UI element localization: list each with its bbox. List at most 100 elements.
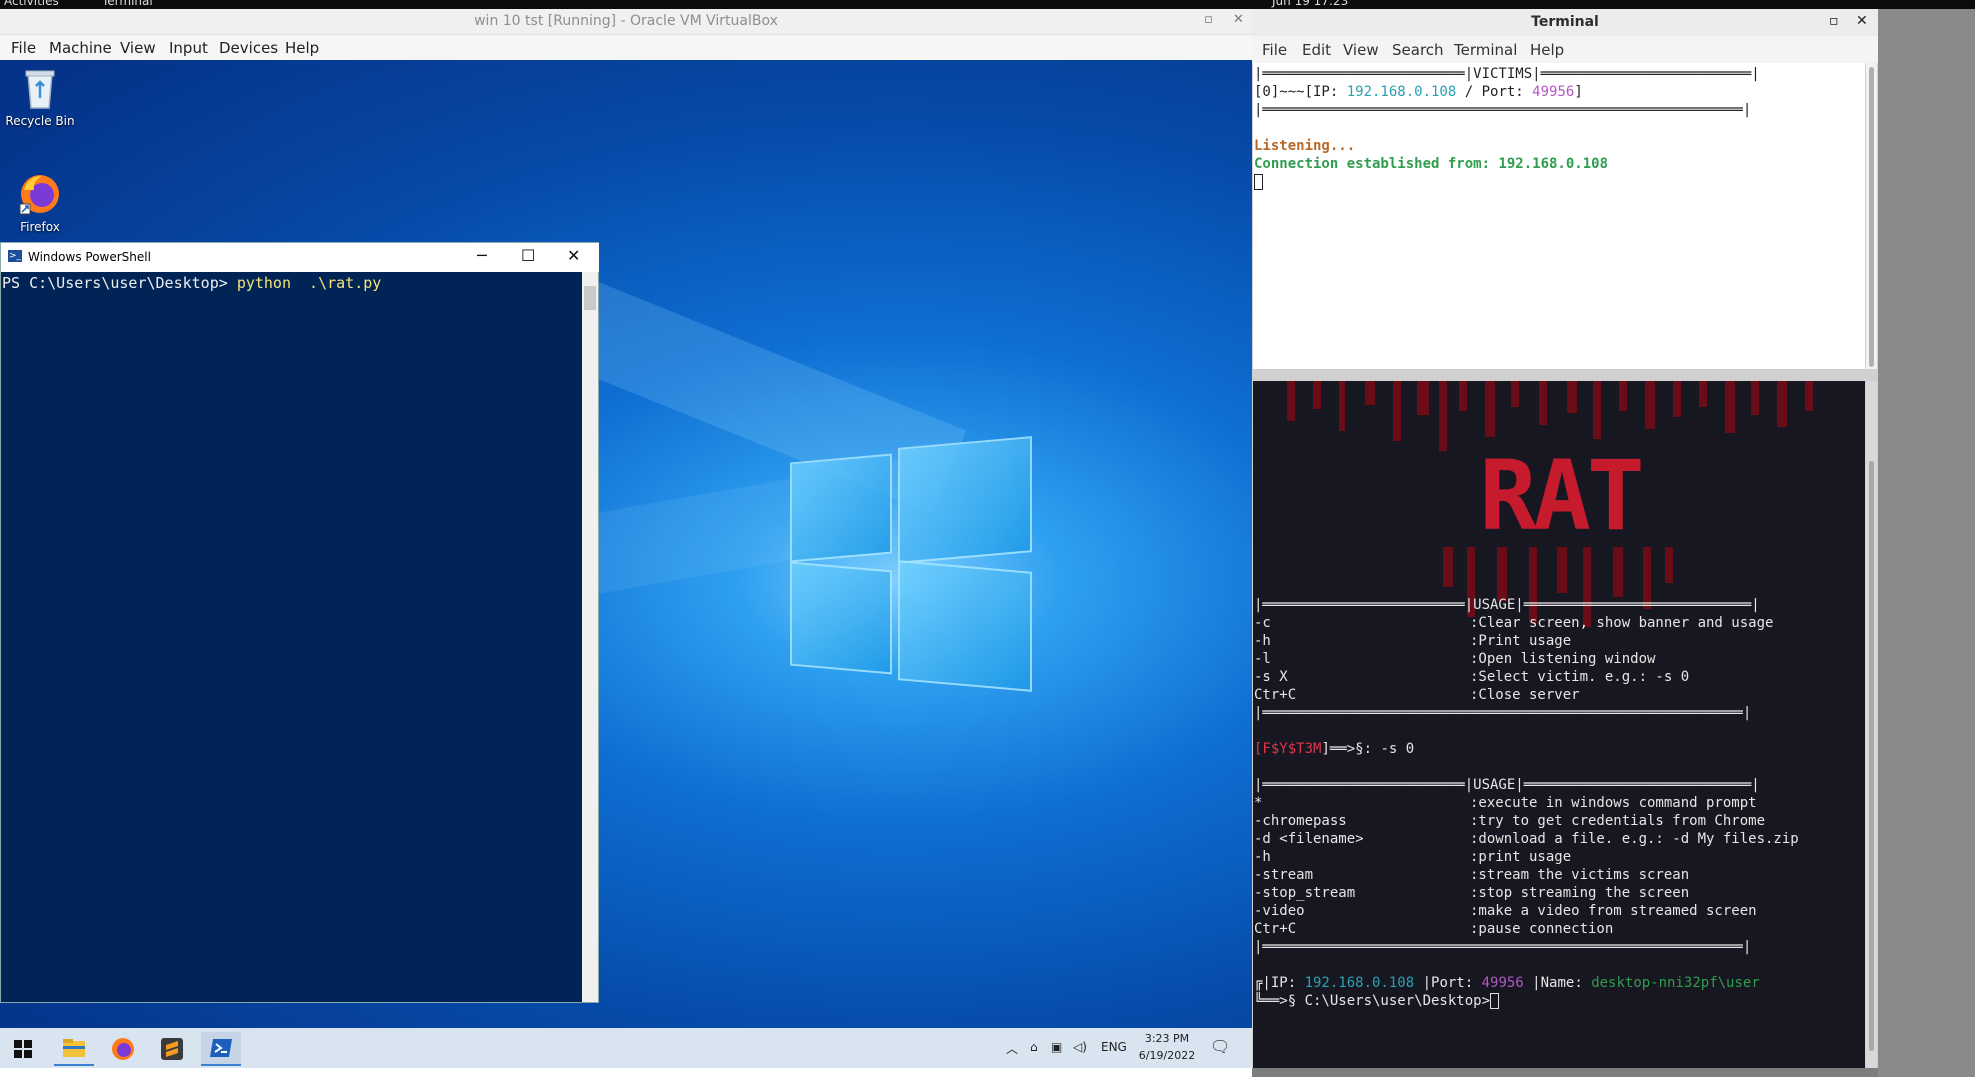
firefox-icon [19,175,59,215]
terminal-title: Terminal [1531,14,1599,30]
file-explorer-icon [63,1039,85,1057]
menu-help[interactable]: Help [285,39,319,57]
prompt-user: [F$Y$T3M [1254,741,1322,757]
server-terminal-pane[interactable]: RAT |════════════════════════|USAGE|════… [1253,381,1865,1068]
minimize-icon[interactable]: ─ [477,246,487,265]
terminal-menu-view[interactable]: View [1343,41,1379,59]
taskbar-date: 6/19/2022 [1138,1049,1196,1062]
scrollbar-thumb[interactable] [1869,67,1874,367]
usage-row: -h:Print usage [1254,633,1572,649]
terminal-cursor [1490,993,1500,1009]
usage-row: -stream:stream the victims screan [1254,867,1690,883]
menu-view[interactable]: View [120,39,156,57]
close-icon[interactable]: ✕ [1233,12,1244,27]
activities-button[interactable]: Activities [4,0,59,8]
menu-devices[interactable]: Devices [219,39,278,57]
taskbar-clock[interactable]: 3:23 PM 6/19/2022 [1138,1032,1196,1062]
server-pane-scrollbar[interactable] [1866,381,1877,1068]
volume-icon[interactable]: ◁) [1073,1040,1087,1054]
usage-row: -d <filename>:download a file. e.g.: -d … [1254,831,1799,847]
terminal-menu-file[interactable]: File [1262,41,1287,59]
menu-machine[interactable]: Machine [49,39,112,57]
top-bar-clock[interactable]: Jun 19 17:23 [1272,0,1348,8]
scrollbar-thumb[interactable] [584,286,596,310]
taskbar-time: 3:23 PM [1144,1032,1190,1045]
status-port: 49956 [1481,975,1524,991]
usage-row: -chromepass:try to get credentials from … [1254,813,1766,829]
powershell-scrollbar[interactable] [582,272,598,1002]
victim-ip: 192.168.0.108 [1346,84,1457,100]
terminal-menu-edit[interactable]: Edit [1302,41,1331,59]
usage-row: -h:print usage [1254,849,1572,865]
powershell-prompt: PS C:\Users\user\Desktop> [2,274,237,292]
usage-row: -stop_stream:stop streaming the screen [1254,885,1690,901]
powershell-window: >_ Windows PowerShell ─ ☐ ✕ PS C:\Users\… [0,242,599,1003]
terminal-menu-terminal[interactable]: Terminal [1454,41,1517,59]
virtualbox-title: win 10 tst [Running] - Oracle VM Virtual… [474,13,778,29]
terminal-cursor [1254,173,1263,191]
recycle-bin-icon [25,70,55,109]
scrollbar-thumb[interactable] [1869,461,1874,1051]
notifications-icon[interactable]: 🗨 [1210,1037,1230,1056]
windows-logo [790,436,1034,692]
usage-row: -s X:Select victim. e.g.: -s 0 [1254,669,1690,685]
virtualbox-menubar: File Machine View Input Devices Help [0,35,1252,60]
show-hidden-icons-icon[interactable]: ︿ [1006,1040,1018,1057]
powershell-title: Windows PowerShell [28,250,151,264]
windows-taskbar: ︿ ⌂ ▣ ◁) ENG 3:23 PM 6/19/2022 🗨 [0,1028,1252,1068]
usage-footer: |═══════════════════════════════════════… [1254,705,1752,721]
terminal-menubar: File Edit View Search Terminal Help [1252,36,1878,63]
recycle-bin-desktop-icon[interactable]: Recycle Bin [0,68,80,128]
close-icon[interactable]: ✕ [567,246,580,265]
connection-status: Connection established from: 192.168.0.1… [1254,156,1609,172]
victims-terminal-pane[interactable]: |════════════════════════|VICTIMS|══════… [1253,63,1865,369]
powershell-icon [210,1039,232,1057]
gnome-top-bar: Activities Terminal Jun 19 17:23 [0,0,1975,9]
menu-file[interactable]: File [11,39,36,57]
powershell-command: python .\rat.py [236,274,382,292]
close-icon[interactable]: ✕ [1856,13,1868,29]
taskbar-firefox[interactable] [103,1032,143,1066]
shell-prompt: ╚══>§ C:\Users\user\Desktop> [1254,993,1491,1009]
banner-title: RAT [1479,440,1644,552]
virtualbox-titlebar[interactable]: win 10 tst [Running] - Oracle VM Virtual… [0,9,1252,35]
powershell-console[interactable]: PS C:\Users\user\Desktop> python .\rat.p… [1,272,581,1002]
maximize-icon[interactable]: ▫ [1204,12,1213,27]
start-button[interactable] [3,1032,43,1066]
firefox-desktop-icon[interactable]: Firefox [0,172,80,234]
usb-icon[interactable]: ⌂ [1030,1040,1038,1054]
powershell-icon: >_ [8,250,22,262]
sublime-text-icon [161,1038,183,1060]
shell-prompt-line[interactable]: ╚══>§ C:\Users\user\Desktop> [1254,992,1500,1010]
firefox-label: Firefox [20,220,60,234]
recycle-bin-label: Recycle Bin [5,114,75,128]
terminal-titlebar[interactable]: Terminal ▫ ✕ [1252,9,1878,36]
top-bar-app-label[interactable]: Terminal [102,0,153,8]
victim-port: 49956 [1532,84,1575,100]
powershell-titlebar[interactable]: >_ Windows PowerShell ─ ☐ ✕ [1,243,599,272]
server-prompt: [F$Y$T3M]══>§: -s 0 [1254,741,1415,757]
usage-row: -video:make a video from streamed screen [1254,903,1757,919]
taskbar-sublime-text[interactable] [152,1032,192,1066]
victims-footer: |═══════════════════════════════════════… [1254,102,1752,118]
taskbar-file-explorer[interactable] [54,1032,94,1066]
status-ip: 192.168.0.108 [1304,975,1415,991]
usage-row: *:execute in windows command prompt [1254,795,1757,811]
victim-entry[interactable]: [0]~~~[IP: 192.168.0.108 / Port: 49956] [1254,83,1583,101]
taskbar-powershell[interactable] [201,1032,241,1066]
usage-row: -l:Open listening window [1254,651,1656,667]
maximize-icon[interactable]: ☐ [521,246,535,265]
listening-status: Listening... [1254,138,1356,154]
usage-header: |════════════════════════|USAGE|════════… [1254,777,1760,793]
victims-pane-scrollbar[interactable] [1866,63,1877,369]
network-icon[interactable]: ▣ [1051,1040,1062,1054]
firefox-icon [112,1038,134,1060]
menu-input[interactable]: Input [169,39,208,57]
maximize-icon[interactable]: ▫ [1829,13,1839,29]
gnome-desktop-background [1878,9,1975,1077]
terminal-menu-help[interactable]: Help [1530,41,1564,59]
language-indicator[interactable]: ENG [1101,1040,1127,1054]
usage-header: |════════════════════════|USAGE|════════… [1254,597,1760,613]
usage-row: -c:Clear screen, show banner and usage [1254,615,1774,631]
terminal-menu-search[interactable]: Search [1392,41,1444,59]
